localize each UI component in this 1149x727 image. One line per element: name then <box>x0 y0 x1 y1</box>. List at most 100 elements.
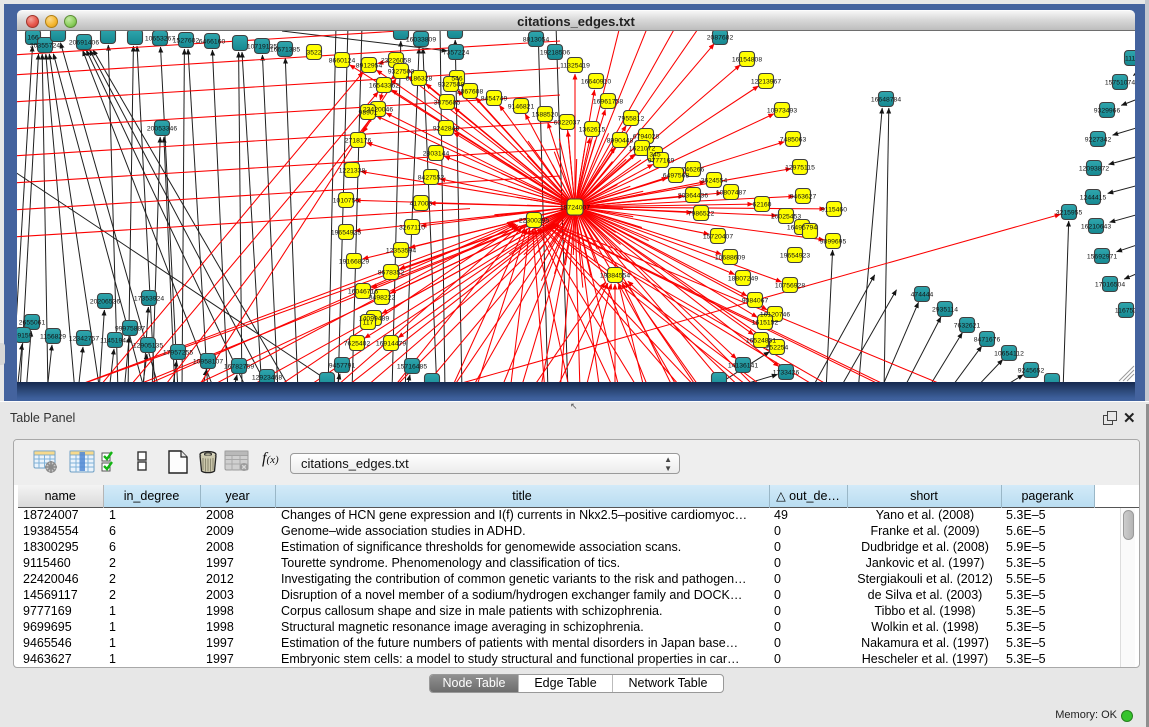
svg-text:3875685: 3875685 <box>434 99 461 106</box>
svg-text:7357224: 7357224 <box>443 49 470 56</box>
svg-text:2867608: 2867608 <box>457 88 484 95</box>
svg-text:10973493: 10973493 <box>767 107 797 114</box>
svg-text:417006: 417006 <box>410 200 433 207</box>
svg-text:2087682: 2087682 <box>707 34 734 41</box>
svg-text:9463627: 9463627 <box>790 193 817 200</box>
svg-text:12923468: 12923468 <box>252 374 282 381</box>
svg-text:9242848: 9242848 <box>433 125 460 132</box>
svg-text:19166829: 19166829 <box>339 258 369 265</box>
svg-text:8912954: 8912954 <box>356 62 383 69</box>
svg-text:12093872: 12093872 <box>1079 165 1109 172</box>
svg-text:99975887: 99975887 <box>115 325 145 332</box>
svg-text:10025453: 10025453 <box>771 213 801 220</box>
svg-text:12213967: 12213967 <box>751 78 781 85</box>
svg-text:15716485: 15716485 <box>397 363 427 370</box>
svg-text:20355724: 20355724 <box>30 42 60 49</box>
svg-text:22300295: 22300295 <box>519 217 549 224</box>
svg-text:16671385: 16671385 <box>270 46 300 53</box>
svg-text:1588520: 1588520 <box>532 111 559 118</box>
svg-text:1010755: 1010755 <box>333 197 360 204</box>
svg-text:9329966: 9329966 <box>1094 107 1121 114</box>
svg-text:8660124: 8660124 <box>329 57 356 64</box>
svg-text:17957255: 17957255 <box>163 349 193 356</box>
svg-text:166: 166 <box>27 34 39 41</box>
svg-text:117: 117 <box>363 319 374 326</box>
svg-text:2935114: 2935114 <box>932 306 958 313</box>
svg-text:15720407: 15720407 <box>703 233 733 240</box>
svg-text:3498222: 3498222 <box>369 294 396 301</box>
svg-text:7986522: 7986522 <box>688 210 715 217</box>
svg-text:3215955: 3215955 <box>1056 209 1083 216</box>
svg-text:12342757: 12342757 <box>69 335 99 342</box>
svg-text:2803144: 2803144 <box>423 150 450 157</box>
svg-text:7955812: 7955812 <box>618 115 645 122</box>
svg-text:9899695: 9899695 <box>820 238 847 245</box>
svg-text:3267110: 3267110 <box>399 224 425 231</box>
svg-text:746266: 746266 <box>682 166 705 173</box>
svg-text:8813054: 8813054 <box>523 36 550 43</box>
svg-text:39159: 39159 <box>17 332 33 339</box>
svg-text:17353924: 17353924 <box>134 295 164 302</box>
svg-text:12975115: 12975115 <box>785 164 815 171</box>
svg-text:1244415: 1244415 <box>1080 194 1107 201</box>
svg-text:20364436: 20364436 <box>678 192 708 199</box>
svg-text:19384554: 19384554 <box>600 272 630 279</box>
svg-text:98901: 98901 <box>359 109 378 116</box>
svg-text:15692971: 15692971 <box>1087 253 1117 260</box>
svg-text:6794028: 6794028 <box>633 133 660 140</box>
svg-text:18724007: 18724007 <box>560 204 590 211</box>
svg-text:7485063: 7485063 <box>780 136 807 143</box>
svg-text:10807487: 10807487 <box>716 189 746 196</box>
svg-text:19654925: 19654925 <box>331 229 361 236</box>
svg-text:16120746: 16120746 <box>760 311 790 318</box>
svg-text:17016504: 17016504 <box>1095 281 1125 288</box>
svg-text:252254: 252254 <box>766 344 789 351</box>
svg-text:16495794: 16495794 <box>787 224 817 231</box>
svg-text:1156829: 1156829 <box>40 333 66 340</box>
svg-text:18807249: 18807249 <box>728 275 758 282</box>
svg-text:1362615: 1362615 <box>579 126 606 133</box>
svg-text:9146821: 9146821 <box>508 103 535 110</box>
svg-text:20053346: 20053346 <box>147 125 177 132</box>
svg-text:3522: 3522 <box>306 49 321 56</box>
svg-text:11325419: 11325419 <box>560 62 590 69</box>
svg-text:20206536: 20206536 <box>90 298 120 305</box>
svg-text:8678352: 8678352 <box>378 269 405 276</box>
svg-text:9327508: 9327508 <box>438 81 465 88</box>
svg-text:9457791: 9457791 <box>329 362 356 369</box>
svg-text:6322037: 6322037 <box>554 119 581 126</box>
svg-text:6466160: 6466160 <box>199 38 226 45</box>
svg-text:8471676: 8471676 <box>974 336 1001 343</box>
svg-text:16961758: 16961758 <box>593 98 623 105</box>
svg-text:8427552: 8427552 <box>418 174 445 181</box>
svg-text:23226058: 23226058 <box>381 57 411 64</box>
svg-text:9115460: 9115460 <box>821 206 847 213</box>
svg-text:10688609: 10688609 <box>715 254 745 261</box>
svg-text:16648784: 16648784 <box>871 96 901 103</box>
svg-text:116753: 116753 <box>1115 307 1135 314</box>
svg-text:2718176: 2718176 <box>345 137 372 144</box>
svg-text:1221338: 1221338 <box>339 167 366 174</box>
svg-text:10756928: 10756928 <box>775 282 805 289</box>
svg-text:16154808: 16154808 <box>732 56 762 63</box>
svg-text:9777169: 9777169 <box>648 157 675 164</box>
svg-text:20691406: 20691406 <box>69 39 99 46</box>
svg-text:16210643: 16210643 <box>1081 223 1111 230</box>
svg-text:7632621: 7632621 <box>954 322 981 329</box>
svg-text:10958107: 10958107 <box>193 358 223 365</box>
svg-text:9084067: 9084067 <box>742 297 769 304</box>
svg-text:9245652: 9245652 <box>1018 367 1045 374</box>
svg-text:14136141: 14136141 <box>728 362 758 369</box>
svg-text:16543362: 16543362 <box>369 82 399 89</box>
svg-text:3624554: 3624554 <box>701 177 728 184</box>
svg-text:16524851: 16524851 <box>746 337 776 344</box>
svg-text:16033809: 16033809 <box>406 36 436 43</box>
svg-text:6497568: 6497568 <box>663 172 690 179</box>
svg-text:1527602: 1527602 <box>173 37 200 44</box>
svg-text:1615152: 1615152 <box>752 319 779 326</box>
svg-text:7625402: 7625402 <box>344 340 371 347</box>
svg-text:1117: 1117 <box>1125 55 1135 62</box>
svg-text:16640910: 16640910 <box>581 78 611 85</box>
svg-text:9227342: 9227342 <box>1085 136 1112 143</box>
svg-text:8186328: 8186328 <box>406 75 433 82</box>
